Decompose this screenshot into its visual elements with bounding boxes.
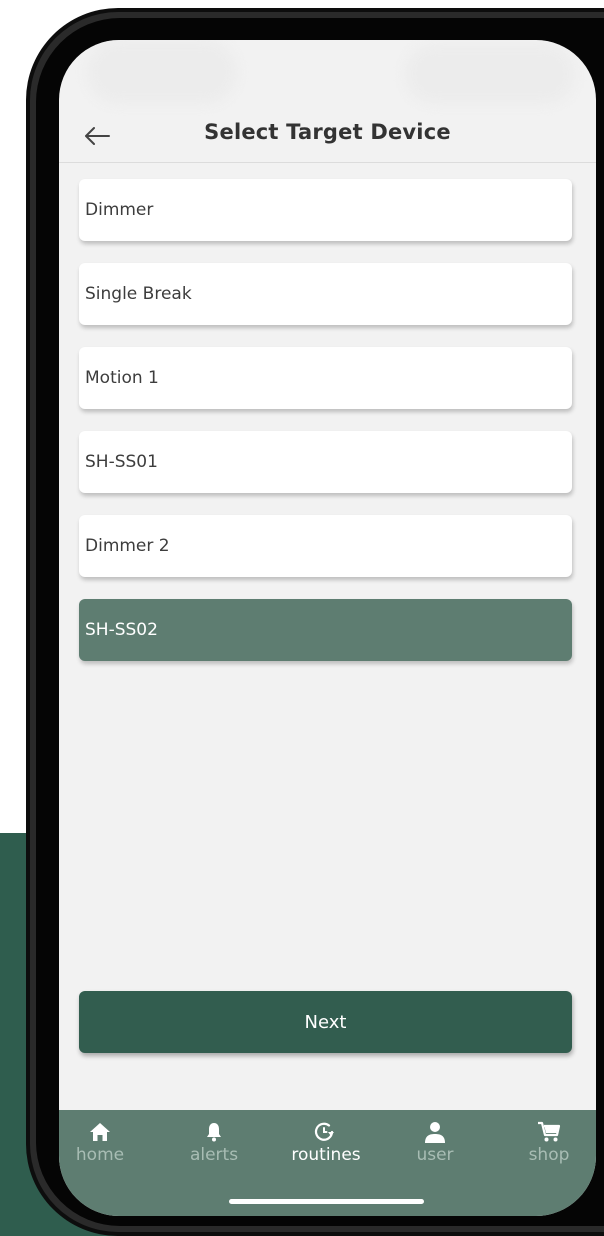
tab-alerts[interactable]: alerts (169, 1120, 259, 1180)
tab-label: routines (291, 1145, 361, 1165)
device-item-motion-1[interactable]: Motion 1 (79, 347, 572, 409)
tab-shop[interactable]: shop (504, 1120, 594, 1180)
bell-icon (207, 1123, 221, 1142)
tab-label: home (75, 1145, 125, 1165)
next-button[interactable]: Next (79, 991, 572, 1053)
cart-icon (538, 1121, 561, 1142)
device-item-label: Motion 1 (85, 368, 159, 388)
device-item-sh-ss01[interactable]: SH-SS01 (79, 431, 572, 493)
status-bar-left (87, 40, 237, 104)
device-item-label: Dimmer 2 (85, 536, 170, 556)
tab-routines[interactable]: routines (281, 1120, 371, 1180)
device-item-sh-ss02[interactable]: SH-SS02 (79, 599, 572, 661)
device-item-label: Dimmer (85, 200, 154, 220)
tab-label: user (416, 1145, 454, 1165)
tab-label: alerts (189, 1145, 239, 1165)
device-item-label: SH-SS02 (85, 620, 158, 640)
home-icon (90, 1123, 110, 1141)
user-icon (425, 1122, 445, 1143)
home-indicator[interactable] (229, 1199, 424, 1204)
device-item-dimmer[interactable]: Dimmer (79, 179, 572, 241)
device-item-label: Single Break (85, 284, 192, 304)
device-item-single-break[interactable]: Single Break (79, 263, 572, 325)
tab-label: shop (528, 1145, 570, 1165)
phone-screen: Select Target Device Dimmer Single Break… (59, 40, 596, 1216)
header: Select Target Device (59, 110, 596, 163)
status-bar-right (405, 44, 575, 104)
device-item-label: SH-SS01 (85, 452, 158, 472)
clock-refresh-icon (314, 1122, 334, 1141)
bottom-tab-bar: home alerts routines user shop (59, 1110, 596, 1216)
page-title: Select Target Device (204, 120, 451, 144)
device-item-dimmer-2[interactable]: Dimmer 2 (79, 515, 572, 577)
tab-user[interactable]: user (390, 1120, 480, 1180)
tab-home[interactable]: home (59, 1120, 145, 1180)
